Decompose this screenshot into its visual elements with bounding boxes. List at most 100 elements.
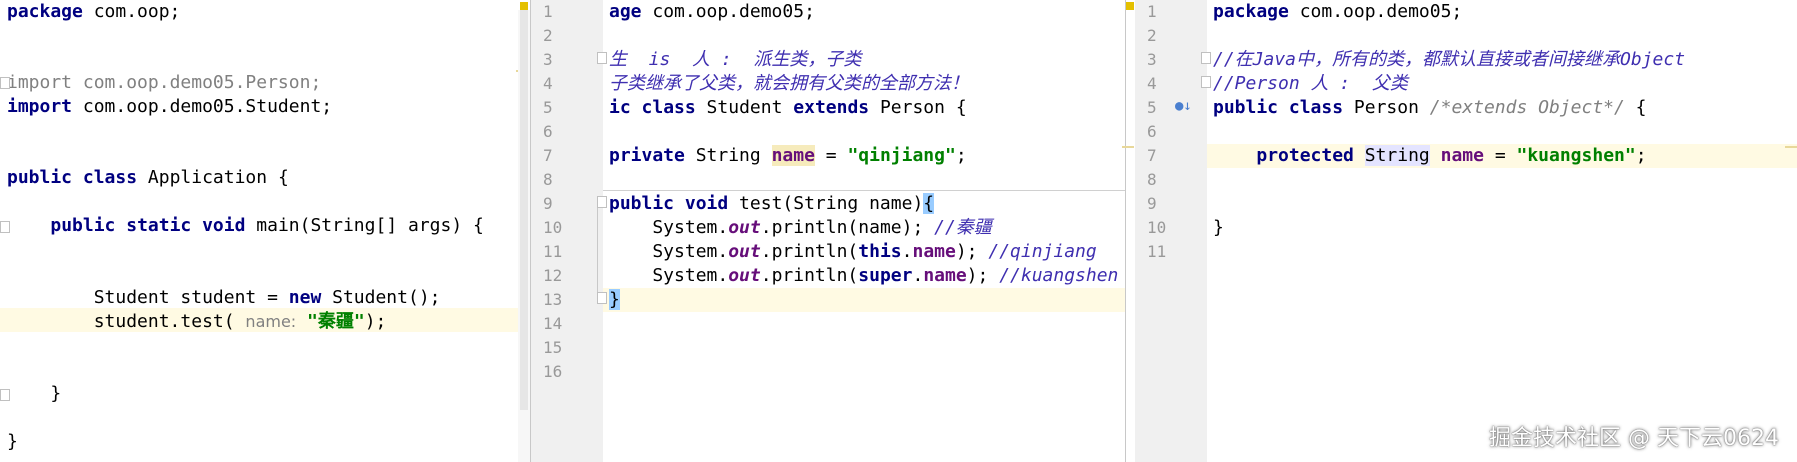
line-number: 4	[543, 74, 553, 93]
line-number: 1	[1147, 2, 1157, 21]
keyword: static	[115, 215, 192, 236]
line-number: 13	[543, 290, 563, 309]
warning-marker-icon	[520, 2, 528, 10]
code-comment: 生 is 人 : 派生类，子类	[609, 49, 862, 70]
code-line: public class Application {	[7, 166, 289, 190]
line-number: 2	[543, 26, 553, 45]
parameter-hint: name:	[245, 312, 297, 331]
line-number-gutter: 1 2 3 4 5 6 7 8 9 10 11	[1135, 0, 1207, 462]
overridden-gutter-icon[interactable]: ●↓	[1175, 98, 1192, 114]
keyword: ic	[609, 97, 631, 118]
code-text: System.	[609, 241, 729, 262]
code-line: public static void main(String[] args) {	[7, 214, 484, 238]
code-text: .	[901, 241, 913, 262]
code-text: =	[1483, 145, 1517, 166]
code-text: System.	[609, 217, 729, 238]
line-number: 11	[1147, 242, 1167, 261]
line-number: 8	[543, 170, 553, 189]
keyword: this	[858, 241, 902, 262]
keyword: public	[1213, 97, 1279, 118]
type-name: String	[1364, 145, 1430, 166]
watermark: 掘金技术社区 @ 天下云0624	[1489, 426, 1779, 451]
code-comment: 子类继承了父类，就会拥有父类的全部方法！	[609, 73, 969, 94]
editor-pane-person[interactable]: 1 2 3 4 5 6 7 8 9 10 11 ●↓ package com.o…	[1135, 0, 1797, 462]
fold-icon[interactable]	[597, 292, 607, 304]
fold-icon[interactable]	[597, 196, 607, 208]
line-number: 9	[543, 194, 553, 213]
code-text: test(String name)	[728, 193, 924, 214]
line-number: 16	[543, 362, 563, 381]
code-comment: //在Java中，所有的类，都默认直接或者间接继承Object	[1213, 49, 1686, 70]
line-number: 12	[543, 266, 563, 285]
code-text: .println(	[760, 241, 859, 262]
field-name: name	[1440, 145, 1484, 166]
pane-divider[interactable]	[1125, 0, 1126, 462]
line-number: 15	[543, 338, 563, 357]
line-number: 2	[1147, 26, 1157, 45]
editor-scrollbar[interactable]	[518, 10, 530, 462]
fold-icon[interactable]	[597, 52, 607, 64]
code-line: package com.oop;	[7, 0, 180, 24]
keyword: extends	[793, 97, 870, 118]
scroll-marker	[1785, 146, 1797, 148]
code-text: com.oop.demo05.Student;	[72, 96, 333, 117]
fold-icon[interactable]	[0, 389, 10, 401]
fold-icon[interactable]	[1201, 76, 1211, 88]
line-number: 4	[1147, 74, 1157, 93]
scroll-marker	[1122, 146, 1134, 148]
code-text: com.oop.demo05.Person;	[72, 72, 322, 93]
line-number: 7	[543, 146, 553, 165]
code-line: package com.oop.demo05;	[1213, 0, 1462, 24]
code-line: import com.oop.demo05.Student;	[7, 95, 332, 119]
code-text: Student();	[321, 287, 441, 308]
code-text: ;	[955, 145, 967, 166]
keyword: private	[609, 145, 685, 166]
line-number: 7	[1147, 146, 1157, 165]
field-name: name	[923, 265, 967, 286]
code-line: }	[1213, 216, 1224, 240]
line-number-gutter: 1 2 3 4 5 6 7 8 9 10 11 12 13 14 15 16	[531, 0, 603, 462]
line-number: 8	[1147, 170, 1157, 189]
code-text: {	[1624, 97, 1647, 118]
line-number: 3	[1147, 50, 1157, 69]
code-text: }	[7, 431, 18, 452]
code-text: );	[955, 241, 989, 262]
warning-marker-icon	[1126, 2, 1134, 10]
keyword: import	[7, 96, 73, 117]
fold-icon[interactable]	[0, 221, 10, 233]
code-line: }	[609, 288, 620, 312]
fold-icon[interactable]	[1201, 52, 1211, 64]
code-text: );	[364, 311, 387, 332]
line-number: 9	[1147, 194, 1157, 213]
code-line: protected String name = "kuangshen";	[1213, 144, 1647, 168]
code-comment: //Person 人 : 父类	[1213, 73, 1408, 94]
code-text: System.	[609, 265, 729, 286]
code-comment: /*extends Object*/	[1429, 97, 1625, 118]
editor-pane-student[interactable]: 1 2 3 4 5 6 7 8 9 10 11 12 13 14 15 16 a…	[531, 0, 1125, 462]
string-literal: "qinjiang"	[847, 145, 956, 166]
code-line: System.out.println(super.name); //kuangs…	[609, 264, 1118, 288]
code-line: Student student = new Student();	[7, 286, 441, 310]
static-field: out	[728, 265, 761, 286]
code-text: com.oop.demo05;	[1288, 1, 1463, 22]
keyword: class	[630, 97, 696, 118]
editor-pane-application[interactable]: package com.oop; import com.oop.demo05.P…	[0, 0, 530, 462]
keyword: class	[72, 167, 138, 188]
code-line: private String name = "qinjiang";	[609, 144, 967, 168]
code-text: );	[966, 265, 1000, 286]
code-line: System.out.println(name); //秦疆	[609, 216, 991, 240]
fold-icon[interactable]	[0, 77, 10, 89]
string-literal: "秦疆"	[296, 311, 365, 332]
keyword: import	[7, 72, 73, 93]
line-number: 5	[1147, 98, 1157, 117]
matched-brace: {	[923, 193, 935, 214]
code-line: }	[7, 430, 18, 454]
scrollbar-thumb[interactable]	[520, 10, 528, 410]
line-number: 14	[543, 314, 563, 333]
code-text: Person	[1343, 97, 1430, 118]
keyword: void	[674, 193, 729, 214]
field-name: name	[912, 241, 956, 262]
